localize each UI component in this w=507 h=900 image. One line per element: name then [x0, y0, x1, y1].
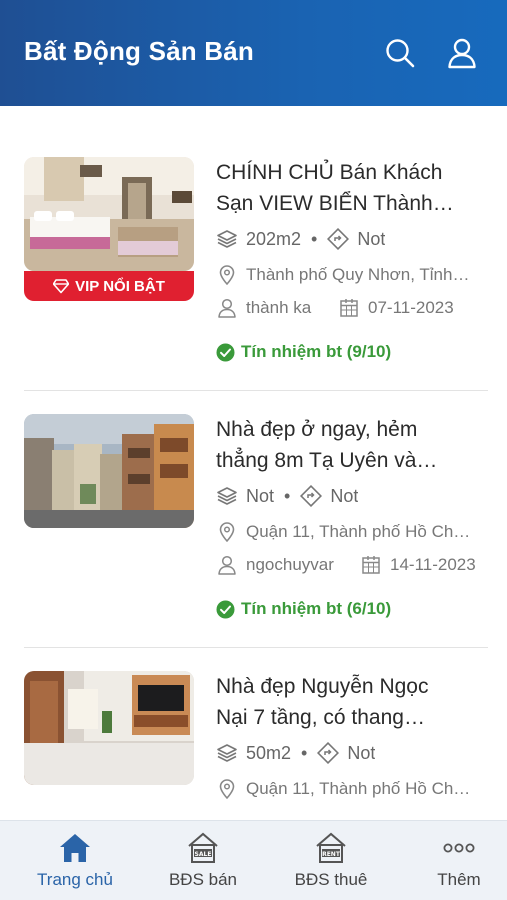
vip-badge: VIP NỔI BẬT	[24, 271, 194, 301]
listing-title-line: CHÍNH CHỦ Bán Khách	[216, 161, 443, 184]
listing-title-line: Nại 7 tầng, có thang…	[216, 706, 425, 729]
listing-photo-street[interactable]	[24, 414, 194, 528]
nav-more[interactable]: Thêm	[396, 821, 507, 900]
poster-name: thành ka	[246, 298, 312, 317]
calendar-icon	[360, 554, 382, 576]
page-title: Bất Động Sản Bán	[24, 36, 254, 66]
direction-icon	[317, 742, 340, 764]
trust-text: Tín nhiệm bt (6/10)	[241, 599, 392, 618]
direction-value: Not	[347, 742, 376, 763]
layers-icon	[216, 228, 238, 250]
post-date: 07-11-2023	[368, 298, 454, 317]
area-value: 50m2	[246, 742, 292, 763]
location-text: Quận 11, Thành phố Hồ Ch…	[246, 522, 471, 541]
location-row: Thành phố Quy Nhơn, Tỉnh…	[216, 263, 488, 287]
layers-icon	[216, 742, 238, 764]
svg-text:RENT: RENT	[322, 851, 341, 858]
location-pin-icon	[216, 778, 238, 800]
area-value: 202m2	[246, 228, 302, 249]
layers-icon	[216, 485, 238, 507]
listing-card[interactable]: Nhà đẹp ở ngay, hẻm thẳng 8m Tạ Uyên và……	[0, 414, 507, 664]
svg-text:SALE: SALE	[195, 851, 212, 858]
check-circle-icon	[216, 600, 235, 619]
rent-house-icon: RENT	[313, 831, 349, 865]
location-text: Quận 11, Thành phố Hồ Ch…	[246, 779, 471, 798]
more-icon	[441, 831, 477, 865]
sale-house-icon: SALE	[185, 831, 221, 865]
direction-icon	[327, 228, 350, 250]
trust-text: Tín nhiệm bt (9/10)	[241, 342, 392, 361]
nav-rent-label: BĐS thuê	[294, 870, 368, 889]
nav-sale[interactable]: SALE BĐS bán	[140, 821, 266, 900]
nav-rent[interactable]: RENT BĐS thuê	[268, 821, 394, 900]
check-circle-icon	[216, 343, 235, 362]
trust-rating: Tín nhiệm bt (9/10)	[216, 341, 391, 363]
user-small-icon	[216, 297, 238, 319]
listing-photo-living-room[interactable]	[24, 671, 194, 785]
post-date: 14-11-2023	[390, 555, 476, 574]
location-pin-icon	[216, 521, 238, 543]
poster-date-row: thành ka 07-11-2023	[216, 296, 488, 320]
listing-title-line: thẳng 8m Tạ Uyên và…	[216, 449, 438, 472]
diamond-icon	[52, 278, 70, 294]
nav-sale-label: BĐS bán	[168, 870, 238, 889]
calendar-icon	[338, 297, 360, 319]
listing-title-line: Nhà đẹp ở ngay, hẻm	[216, 418, 418, 441]
separator-dot: •	[311, 228, 318, 249]
bottom-navigation: Trang chủ SALE BĐS bán RENT BĐS thuê Thê…	[0, 820, 507, 900]
area-direction-row: 202m2 • Not	[216, 227, 488, 251]
direction-icon	[300, 485, 323, 507]
listing-title-line: Nhà đẹp Nguyễn Ngọc	[216, 675, 429, 698]
area-direction-row: 50m2 • Not	[216, 741, 488, 765]
listing-title-line: Sạn VIEW BIỂN Thành…	[216, 192, 454, 215]
poster-name: ngochuyvar	[246, 555, 334, 574]
trust-rating: Tín nhiệm bt (6/10)	[216, 598, 391, 620]
listing-card[interactable]: Nhà đẹp Nguyễn Ngọc Nại 7 tầng, có thang…	[0, 671, 507, 819]
direction-value: Not	[330, 485, 359, 506]
location-text: Thành phố Quy Nhơn, Tỉnh…	[246, 265, 470, 284]
home-icon	[57, 831, 93, 865]
poster-date-row: ngochuyvar 14-11-2023	[216, 553, 488, 577]
nav-home-label: Trang chủ	[37, 870, 113, 889]
separator-dot: •	[301, 742, 308, 763]
listing-photo-hotel-room[interactable]	[24, 157, 194, 271]
location-row: Quận 11, Thành phố Hồ Ch…	[216, 520, 488, 544]
listing-title[interactable]: Nhà đẹp Nguyễn Ngọc Nại 7 tầng, có thang…	[216, 671, 488, 733]
divider	[24, 390, 488, 391]
user-small-icon	[216, 554, 238, 576]
area-value: Not	[246, 485, 275, 506]
separator-dot: •	[284, 485, 291, 506]
location-pin-icon	[216, 264, 238, 286]
listing-title[interactable]: Nhà đẹp ở ngay, hẻm thẳng 8m Tạ Uyên và…	[216, 414, 488, 476]
nav-more-label: Thêm	[437, 870, 481, 889]
location-row: Quận 11, Thành phố Hồ Ch…	[216, 777, 488, 801]
search-icon[interactable]	[384, 37, 416, 69]
listing-title[interactable]: CHÍNH CHỦ Bán Khách Sạn VIEW BIỂN Thành…	[216, 157, 488, 219]
user-icon[interactable]	[446, 37, 478, 69]
listing-card[interactable]: VIP NỔI BẬT CHÍNH CHỦ Bán Khách Sạn VIEW…	[0, 157, 507, 407]
direction-value: Not	[357, 228, 386, 249]
area-direction-row: Not • Not	[216, 484, 488, 508]
app-header: Bất Động Sản Bán	[0, 0, 507, 106]
divider	[24, 647, 488, 648]
vip-badge-label: VIP NỔI BẬT	[75, 277, 165, 295]
nav-home[interactable]: Trang chủ	[12, 821, 138, 900]
